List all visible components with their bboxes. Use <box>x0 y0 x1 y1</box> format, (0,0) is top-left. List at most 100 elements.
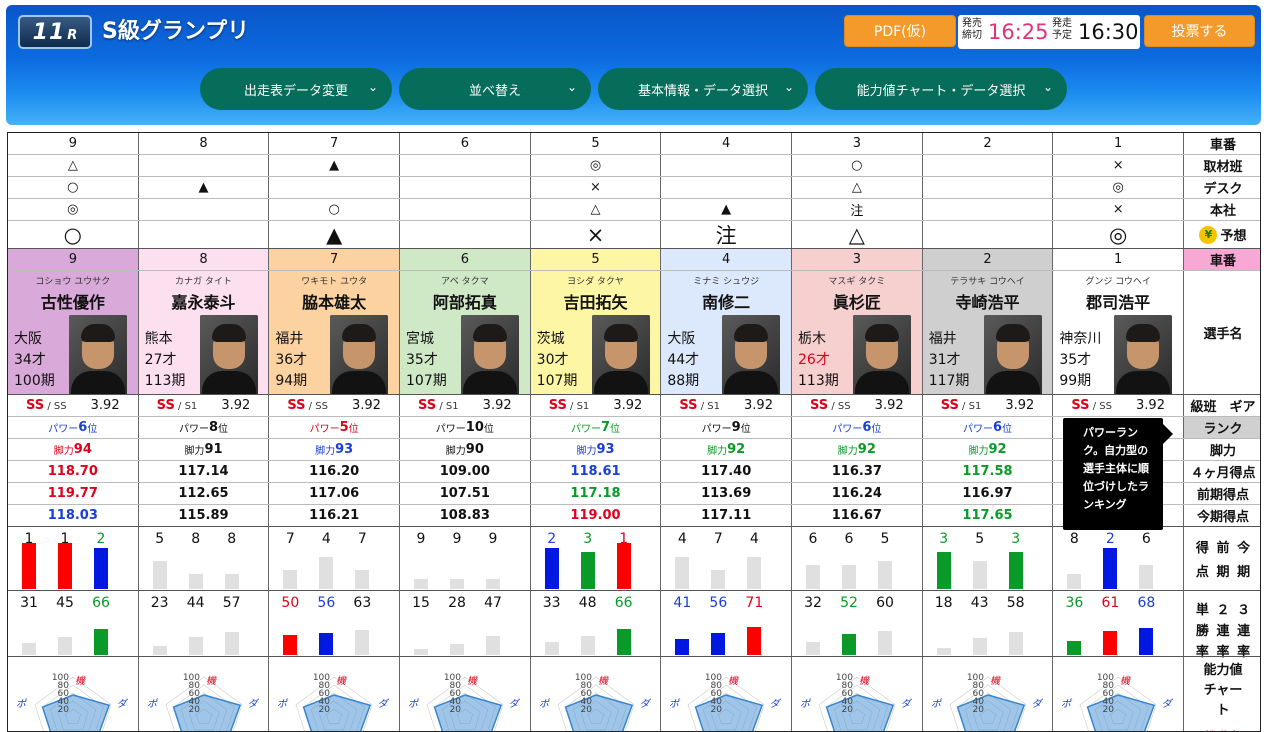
gear-ratio: 3.92 <box>613 398 643 413</box>
points-value: 2 <box>96 531 106 547</box>
avg4-score: 118.61 <box>530 461 662 483</box>
rate-bar <box>188 637 203 655</box>
rate-value: 71 <box>745 595 764 611</box>
racer-term: 117期 <box>928 373 970 389</box>
curr-score: 118.03 <box>8 505 139 527</box>
row-label-rates: 単勝率２連率３連率 <box>1184 591 1260 660</box>
gear-ratio: 3.92 <box>744 398 773 413</box>
vote-button[interactable]: 投票する <box>1144 15 1255 47</box>
pdf-button[interactable]: PDF(仮) <box>844 15 956 47</box>
radar-axis-label: ポ <box>539 698 551 710</box>
rates-chart: 41 56 71 <box>661 591 792 657</box>
radar-shape <box>694 694 764 731</box>
power-rank-value: 6 <box>992 420 1003 435</box>
menu-entry-data[interactable]: 出走表データ変更 ⌄ <box>200 68 392 110</box>
racer-class: SS <box>548 398 567 413</box>
racer-card[interactable]: ミナミ シュウジ 南修二 大阪 44才 88期 <box>661 271 792 395</box>
power-label: パワー <box>962 424 993 435</box>
racer-age: 26才 <box>798 352 830 368</box>
menu-basic-info[interactable]: 基本情報・データ選択 ⌄ <box>598 68 808 110</box>
menu-ability-chart[interactable]: 能力値チャート・データ選択 ⌄ <box>815 68 1067 110</box>
points-chart: 231 <box>530 527 662 591</box>
class-sep: / <box>174 401 185 412</box>
rate-bar <box>58 637 72 655</box>
racer-card[interactable]: カナガ タイト 嘉永泰斗 熊本 27才 113期 <box>138 271 270 395</box>
avg4-score: 109.00 <box>400 461 531 483</box>
points-value: 9 <box>488 531 498 547</box>
car-number: 7 <box>269 133 400 155</box>
points-value: 7 <box>713 531 723 547</box>
menu-sort[interactable]: 並べ替え ⌄ <box>399 68 591 110</box>
racer-card[interactable]: アベ タクマ 阿部拓真 宮城 35才 107期 <box>400 271 531 395</box>
radar-axis-label: ポ <box>669 698 681 710</box>
section-divider <box>8 394 1260 395</box>
racer-info: 神奈川 35才 99期 <box>1059 329 1101 392</box>
class-gear: SS / S1 3.92 <box>400 395 531 417</box>
gear-ratio: 3.92 <box>90 398 120 413</box>
radar-shape <box>302 694 372 731</box>
power-label: パワー <box>309 424 340 435</box>
racer-name: 寺崎浩平 <box>955 293 1020 312</box>
prev-score: 116.97 <box>922 483 1054 505</box>
row-divider <box>8 198 1260 199</box>
points-bar <box>283 570 298 589</box>
prev-score: 113.69 <box>661 483 792 505</box>
racer-photo <box>199 315 258 394</box>
car-number-colored: 5 <box>530 249 662 271</box>
racer-card[interactable]: コショウ ユウサク 古性優作 大阪 34才 100期 <box>8 271 139 395</box>
racer-subclass: SS <box>1099 401 1112 412</box>
radar-scale-label: 20 <box>972 705 984 715</box>
rank-suffix: 位 <box>871 424 882 435</box>
radar-scale-label: 20 <box>58 705 70 715</box>
rate-value: 66 <box>92 595 110 611</box>
curr-score: 117.11 <box>661 505 792 527</box>
class-gear: SS / S1 3.92 <box>530 395 662 417</box>
radar-axis-label: ポ <box>147 698 159 710</box>
racer-card[interactable]: グンジ コウヘイ 郡司浩平 神奈川 35才 99期 <box>1053 271 1185 395</box>
rate-bar <box>450 644 464 655</box>
class-sep: / <box>566 401 577 412</box>
racer-pref: 茨城 <box>536 331 565 347</box>
radar-axis-label: 機 <box>990 675 1001 687</box>
class-sep: / <box>436 401 446 412</box>
power-rank: パワー 6 位 <box>922 417 1054 439</box>
power-rank: パワー 8 位 <box>138 417 270 439</box>
row-label-kyakuryoku: 脚力 <box>1184 439 1260 461</box>
radar-chart: 10080604020機ポダ <box>1061 673 1174 731</box>
row-label-player: 選手名 <box>1184 271 1260 395</box>
prev-score: 116.24 <box>792 483 923 505</box>
chevron-down-icon: ⌄ <box>367 80 378 94</box>
racer-term: 99期 <box>1059 373 1092 389</box>
points-bar <box>747 557 762 589</box>
power-rank-value: 9 <box>731 420 741 435</box>
racer-pref: 栃木 <box>798 331 827 347</box>
points-value: 4 <box>677 531 687 547</box>
points-bar <box>58 543 72 589</box>
racer-name: 阿部拓真 <box>432 293 497 312</box>
racer-pref: 神奈川 <box>1059 331 1102 347</box>
rate-value: 32 <box>804 595 822 611</box>
row-label-honsha: 本社 <box>1184 199 1260 221</box>
row-label-avg4: ４ヶ月得点 <box>1184 461 1260 483</box>
racer-card[interactable]: テラサキ コウヘイ 寺崎浩平 福井 31才 117期 <box>922 271 1054 395</box>
racer-age: 27才 <box>144 352 177 368</box>
racer-card[interactable]: マスギ タクミ 眞杉匠 栃木 26才 113期 <box>792 271 923 395</box>
racer-photo <box>330 315 389 394</box>
power-rank-value: 6 <box>862 420 872 435</box>
car-number-colored: 3 <box>792 249 923 271</box>
shuzai-mark: ○ <box>792 155 923 177</box>
row-label-curr: 今期得点 <box>1184 505 1260 527</box>
racer-card[interactable]: ワキモト ユウタ 脇本雄太 福井 36才 94期 <box>269 271 400 395</box>
kyakuryoku: 脚力 91 <box>138 439 270 461</box>
radar-axis-label: ポ <box>931 698 943 710</box>
avg4-score: 117.58 <box>922 461 1054 483</box>
points-bar <box>544 548 559 589</box>
racer-name: 南修二 <box>702 293 751 312</box>
rates-chart: 23 44 57 <box>138 591 270 657</box>
racer-name: 眞杉匠 <box>832 293 881 312</box>
rate-value: 66 <box>614 595 633 611</box>
desk-mark: ○ <box>8 177 139 199</box>
racer-card[interactable]: ヨシダ タクヤ 吉田拓矢 茨城 30才 107期 <box>530 271 662 395</box>
rate-bar <box>972 638 987 655</box>
ability-radar: 100 80 60 40 20 機ポダ <box>792 657 923 731</box>
